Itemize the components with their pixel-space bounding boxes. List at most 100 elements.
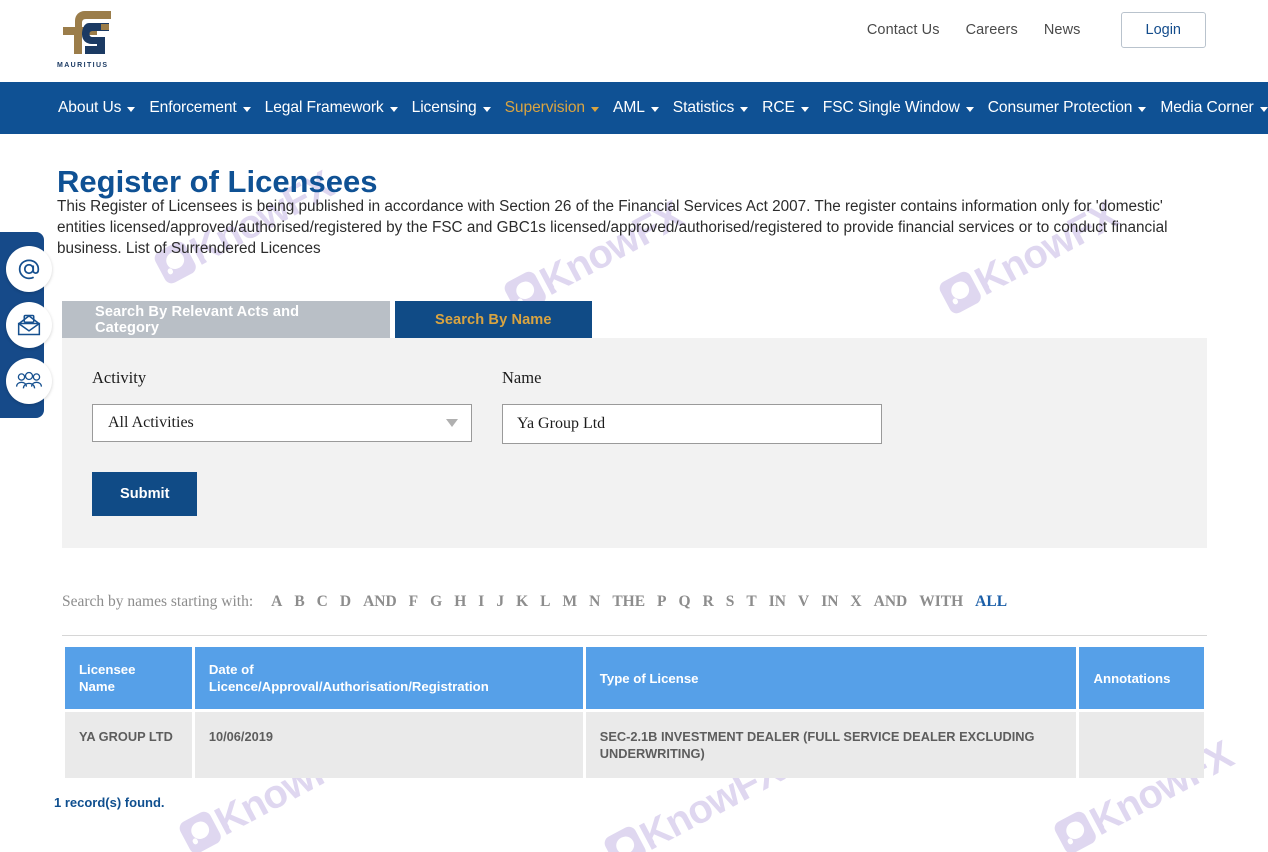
- alphabet-letter[interactable]: G: [430, 593, 442, 611]
- nav-label: FSC Single Window: [823, 99, 960, 117]
- nav-item-media-corner[interactable]: Media Corner: [1160, 99, 1267, 117]
- name-field-group: Name: [502, 368, 882, 444]
- alphabet-letter[interactable]: AND: [363, 593, 397, 611]
- alphabet-letter-all[interactable]: ALL: [975, 593, 1007, 611]
- alphabet-letter[interactable]: H: [454, 593, 466, 611]
- rail-button-newsletter[interactable]: [6, 302, 52, 348]
- licensees-table: Licensee Name Date of Licence/Approval/A…: [62, 644, 1207, 781]
- nav-item-enforcement[interactable]: Enforcement: [149, 99, 250, 117]
- activity-selected-value: All Activities: [108, 414, 194, 432]
- logo-caption: MAURITIUS: [57, 62, 119, 69]
- page-title: Register of Licensees: [57, 164, 377, 200]
- col-date-line2: Licence/Approval/Authorisation/Registrat…: [209, 679, 489, 694]
- alphabet-letter[interactable]: IN: [769, 593, 786, 611]
- alphabet-letter[interactable]: F: [409, 593, 418, 611]
- main-content: Register of Licensees This Register of L…: [0, 196, 1268, 810]
- alphabet-letter[interactable]: B: [294, 593, 304, 611]
- alphabet-letter[interactable]: IN: [821, 593, 838, 611]
- nav-item-consumer-protection[interactable]: Consumer Protection: [988, 99, 1147, 117]
- fsc-logo[interactable]: MAURITIUS: [57, 6, 119, 70]
- table-head: Licensee Name Date of Licence/Approval/A…: [65, 647, 1204, 709]
- nav-label: AML: [613, 99, 645, 117]
- table-header-row: Licensee Name Date of Licence/Approval/A…: [65, 647, 1204, 709]
- column-header-date: Date of Licence/Approval/Authorisation/R…: [195, 647, 583, 709]
- nav-item-supervision[interactable]: Supervision: [505, 99, 599, 117]
- tab-search-by-acts-and-category[interactable]: Search By Relevant Acts and Category: [62, 301, 390, 338]
- page-root: KnowFX KnowFX KnowFX KnowFX KnowFX KnowF…: [0, 0, 1268, 852]
- alphabet-letter[interactable]: I: [478, 593, 484, 611]
- nav-item-aml[interactable]: AML: [613, 99, 659, 117]
- site-header: MAURITIUS Contact Us Careers News Login: [0, 0, 1268, 82]
- login-button[interactable]: Login: [1121, 12, 1206, 48]
- cell-annotations: [1079, 712, 1204, 778]
- envelope-icon: [15, 312, 43, 338]
- column-header-type-of-license: Type of License: [586, 647, 1077, 709]
- top-link-careers[interactable]: Careers: [966, 22, 1018, 38]
- column-header-licensee-name: Licensee Name: [65, 647, 192, 709]
- chevron-down-icon: [591, 107, 599, 112]
- alphabet-letter[interactable]: THE: [612, 593, 645, 611]
- alphabet-letter[interactable]: L: [540, 593, 550, 611]
- col-date-line1: Date of: [209, 662, 254, 677]
- intro-paragraph: This Register of Licensees is being publ…: [57, 196, 1197, 259]
- alphabet-letter[interactable]: WITH: [919, 593, 963, 611]
- rail-button-community[interactable]: [6, 358, 52, 404]
- main-navigation: About Us Enforcement Legal Framework Lic…: [0, 82, 1268, 134]
- search-tabs: Search By Relevant Acts and Category Sea…: [62, 301, 1268, 338]
- alphabet-letter[interactable]: D: [340, 593, 351, 611]
- alphabet-letter[interactable]: A: [271, 593, 282, 611]
- top-link-news[interactable]: News: [1044, 22, 1081, 38]
- nav-item-rce[interactable]: RCE: [762, 99, 809, 117]
- top-link-contact-us[interactable]: Contact Us: [867, 22, 940, 38]
- alphabet-filter: Search by names starting with: A B C D A…: [62, 593, 1268, 611]
- chevron-down-icon: [966, 107, 974, 112]
- alphabet-letter[interactable]: T: [746, 593, 756, 611]
- fsc-logo-mark: [57, 6, 119, 56]
- nav-label: Media Corner: [1160, 99, 1253, 117]
- nav-label: Supervision: [505, 99, 585, 117]
- alphabet-letter[interactable]: R: [703, 593, 714, 611]
- people-icon: [14, 368, 44, 394]
- alphabet-label: Search by names starting with:: [62, 593, 253, 611]
- nav-item-legal-framework[interactable]: Legal Framework: [265, 99, 398, 117]
- nav-label: RCE: [762, 99, 795, 117]
- records-found-label: 1 record(s) found.: [54, 795, 1268, 810]
- alphabet-letter[interactable]: C: [317, 593, 328, 611]
- top-utility-links: Contact Us Careers News Login: [867, 12, 1206, 48]
- nav-label: Consumer Protection: [988, 99, 1133, 117]
- alphabet-letter[interactable]: K: [516, 593, 528, 611]
- cell-type-of-license: SEC-2.1B INVESTMENT DEALER (FULL SERVICE…: [586, 712, 1077, 778]
- form-field-row: Activity All Activities Name: [92, 368, 1207, 444]
- nav-label: Enforcement: [149, 99, 236, 117]
- activity-select[interactable]: All Activities: [92, 404, 472, 442]
- results-table-wrapper: Licensee Name Date of Licence/Approval/A…: [62, 635, 1207, 781]
- nav-item-statistics[interactable]: Statistics: [673, 99, 748, 117]
- side-contact-rail: [0, 232, 44, 418]
- alphabet-letter[interactable]: N: [589, 593, 600, 611]
- alphabet-letter[interactable]: AND: [874, 593, 908, 611]
- nav-item-licensing[interactable]: Licensing: [412, 99, 491, 117]
- rail-button-email[interactable]: [6, 246, 52, 292]
- name-input[interactable]: [502, 404, 882, 444]
- nav-item-about-us[interactable]: About Us: [58, 99, 135, 117]
- alphabet-letter[interactable]: Q: [679, 593, 691, 611]
- nav-item-fsc-single-window[interactable]: FSC Single Window: [823, 99, 974, 117]
- intro-surrendered-link[interactable]: List of Surrendered Licences: [126, 240, 321, 257]
- col-name-line2: Name: [79, 679, 115, 694]
- col-name-line1: Licensee: [79, 662, 135, 677]
- at-icon: [15, 255, 43, 283]
- alphabet-letter[interactable]: V: [798, 593, 809, 611]
- table-body: YA GROUP LTD 10/06/2019 SEC-2.1B INVESTM…: [65, 712, 1204, 778]
- column-header-annotations: Annotations: [1079, 647, 1204, 709]
- alphabet-letter[interactable]: P: [657, 593, 666, 611]
- name-label: Name: [502, 368, 882, 388]
- alphabet-letter[interactable]: J: [496, 593, 504, 611]
- alphabet-letter[interactable]: M: [562, 593, 577, 611]
- submit-button[interactable]: Submit: [92, 472, 197, 516]
- alphabet-letter[interactable]: X: [850, 593, 861, 611]
- tab-search-by-name[interactable]: Search By Name: [395, 301, 592, 338]
- chevron-down-icon: [127, 107, 135, 112]
- alphabet-letter[interactable]: S: [726, 593, 735, 611]
- nav-label: Legal Framework: [265, 99, 384, 117]
- nav-label: Licensing: [412, 99, 477, 117]
